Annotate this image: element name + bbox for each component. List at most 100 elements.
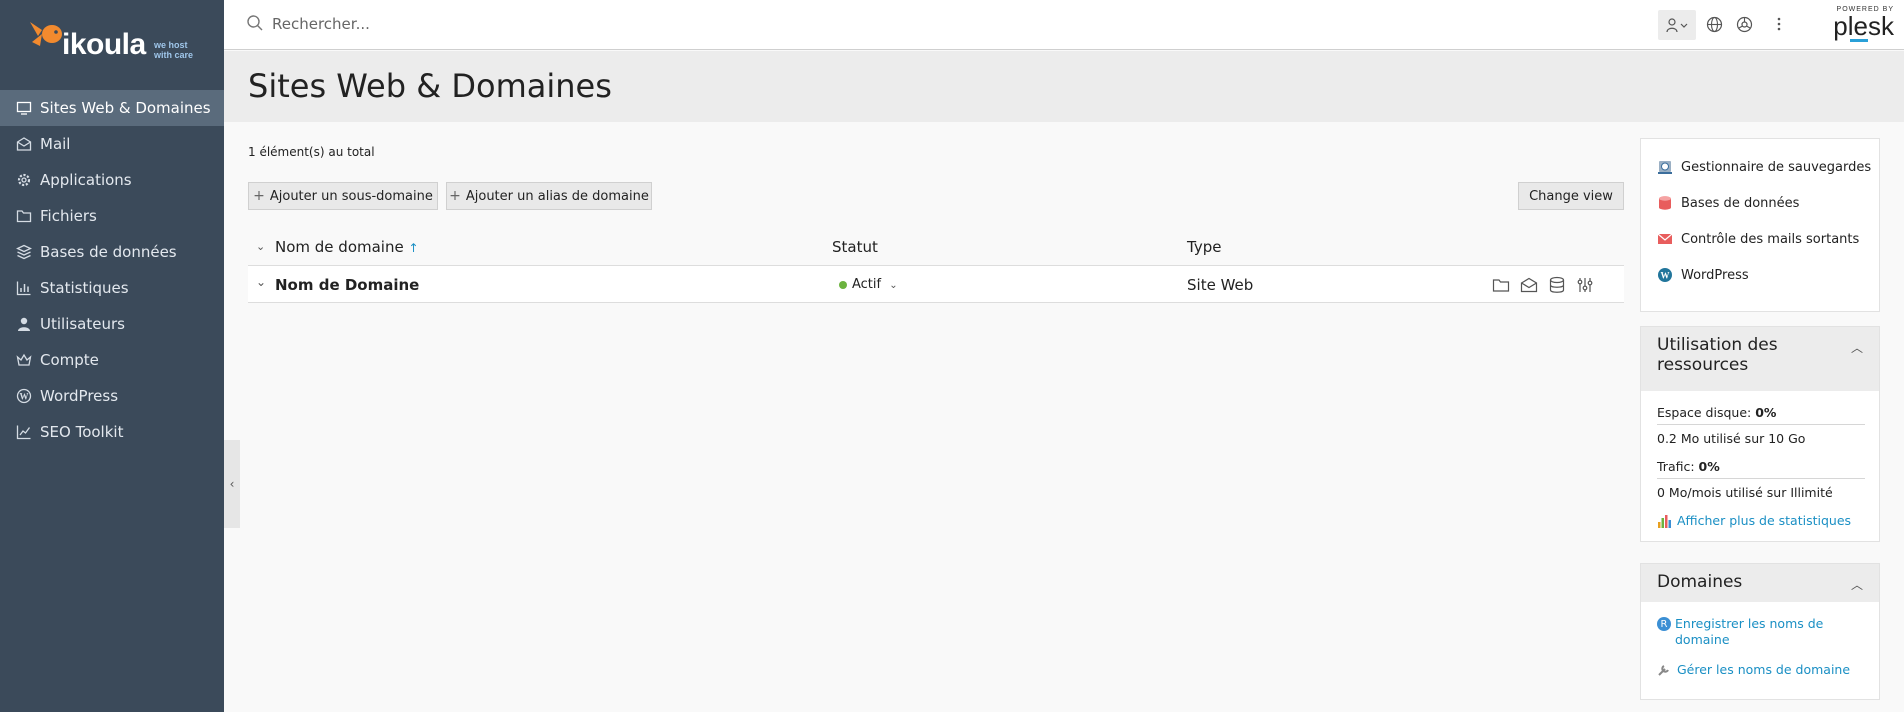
mail-icon[interactable] [1520,276,1538,294]
wordpress-icon: W [16,388,32,404]
wrench-icon [1658,664,1669,676]
page-title: Sites Web & Domaines [248,67,612,105]
sidebar-item-label: WordPress [40,387,119,405]
stats-chart-icon [1658,514,1671,528]
sidebar-collapse-button[interactable]: ‹ [224,440,240,528]
crown-icon [16,352,32,368]
divider [1657,424,1865,425]
ikoula-logo[interactable]: ikoula we host with care [0,0,224,90]
divider [1657,478,1865,479]
sidebar-item-sites-web[interactable]: Sites Web & Domaines [0,90,224,126]
mail-envelope-icon [1657,231,1673,247]
logo-tagline: we host with care [154,40,194,60]
domain-type: Site Web [1187,276,1254,294]
database-icon [1657,195,1673,211]
domains-header: Domaines ︿ [1641,564,1879,602]
sidebar-item-label: Fichiers [40,207,97,225]
seo-chart-icon [16,424,32,440]
databases-link[interactable]: Bases de données [1657,195,1799,211]
plesk-logo: plesk [1833,11,1894,41]
folder-icon[interactable] [1492,276,1510,294]
column-header-domain[interactable]: Nom de domaine ↑ [275,238,419,256]
powered-by-plesk: POWERED BY plesk [1824,6,1894,42]
sidebar-item-label: SEO Toolkit [40,423,124,441]
sidebar-item-wordpress[interactable]: W WordPress [0,378,224,414]
sidebar-item-label: Compte [40,351,99,369]
sort-asc-icon: ↑ [408,241,419,255]
sidebar-item-mail[interactable]: Mail [0,126,224,162]
database-icon[interactable] [1548,276,1566,294]
sidebar: ikoula we host with care Sites Web & Dom… [0,0,224,712]
fish-logo-icon [30,22,62,46]
sidebar-item-bases-de-donnees[interactable]: Bases de données [0,234,224,270]
sidebar-item-fichiers[interactable]: Fichiers [0,198,224,234]
chevron-up-icon[interactable]: ︿ [1851,339,1863,356]
page-header: Sites Web & Domaines [224,51,1904,122]
svg-text:W: W [1661,271,1670,281]
sidebar-item-label: Bases de données [40,243,177,261]
more-stats-link[interactable]: Afficher plus de statistiques [1657,513,1851,528]
sidebar-item-applications[interactable]: Applications [0,162,224,198]
expand-row-icon[interactable]: ⌄ [256,275,266,289]
resource-usage-header: Utilisation des ressources ︿ [1641,327,1879,391]
change-view-button[interactable]: Change view [1518,182,1624,210]
chevron-left-icon: ‹ [229,477,235,491]
logo-text: ikoula [62,28,146,61]
more-vertical-icon[interactable] [1769,14,1789,34]
svg-text:W: W [20,392,29,402]
chevron-down-icon: ⌄ [889,280,898,291]
column-header-type: Type [1187,238,1222,256]
mail-icon [16,136,32,152]
bar-chart-icon [16,280,32,296]
wordpress-icon: W [1657,267,1673,283]
resource-usage-card: Utilisation des ressources ︿ Espace disq… [1640,326,1880,542]
wordpress-link[interactable]: W WordPress [1657,267,1749,283]
database-icon [16,244,32,260]
table-row[interactable]: ⌄ Nom de Domaine Actif ⌄ Site Web [248,265,1624,303]
manage-domains-link[interactable]: Gérer les noms de domaine [1657,662,1850,677]
disk-usage-detail: 0.2 Mo utilisé sur 10 Go [1657,431,1806,446]
user-icon [1666,18,1688,33]
expand-all-icon[interactable]: ⌄ [256,240,265,253]
sidebar-item-seo-toolkit[interactable]: SEO Toolkit [0,414,224,450]
sidebar-item-label: Applications [40,171,132,189]
column-header-status: Statut [832,238,878,256]
traffic-usage: Trafic: 0% [1657,459,1720,474]
add-alias-button[interactable]: + Ajouter un alias de domaine [446,182,652,210]
sidebar-item-label: Utilisateurs [40,315,125,333]
status-dropdown[interactable]: Actif ⌄ [839,277,898,292]
search-input[interactable] [272,12,872,36]
row-actions [1492,276,1594,294]
domain-name-link[interactable]: Nom de Domaine [275,276,419,294]
top-bar: POWERED BY plesk [224,0,1904,50]
chevron-up-icon[interactable]: ︿ [1851,576,1863,593]
folder-icon [16,208,32,224]
status-active-dot [839,280,847,289]
sidebar-item-utilisateurs[interactable]: Utilisateurs [0,306,224,342]
add-subdomain-button[interactable]: + Ajouter un sous-domaine [248,182,438,210]
user-icon [16,316,32,332]
disk-usage: Espace disque: 0% [1657,405,1777,420]
outgoing-mail-control-link[interactable]: Contrôle des mails sortants [1657,231,1859,247]
help-icon[interactable] [1734,14,1754,34]
backup-manager-link[interactable]: Gestionnaire de sauvegardes [1657,159,1871,175]
register-domains-link[interactable]: R Enregistrer les noms de domaine [1657,616,1823,648]
user-menu-button[interactable] [1658,10,1696,40]
domains-card: Domaines ︿ R Enregistrer les noms de doma… [1640,563,1880,700]
sidebar-item-label: Mail [40,135,71,153]
settings-sliders-icon[interactable] [1576,276,1594,294]
plus-icon: + [253,188,265,204]
sidebar-item-label: Sites Web & Domaines [40,99,211,117]
gear-icon [16,172,32,188]
monitor-icon [16,100,32,116]
backup-icon [1657,159,1673,175]
quick-links-card: Gestionnaire de sauvegardes Bases de don… [1640,138,1880,312]
table-header: ⌄ Nom de domaine ↑ Statut Type [248,232,1624,264]
item-count: 1 élément(s) au total [248,145,375,159]
sidebar-item-label: Statistiques [40,279,129,297]
plus-icon: + [449,188,461,204]
registered-icon: R [1657,617,1671,631]
globe-icon[interactable] [1704,14,1724,34]
sidebar-item-compte[interactable]: Compte [0,342,224,378]
sidebar-item-statistiques[interactable]: Statistiques [0,270,224,306]
